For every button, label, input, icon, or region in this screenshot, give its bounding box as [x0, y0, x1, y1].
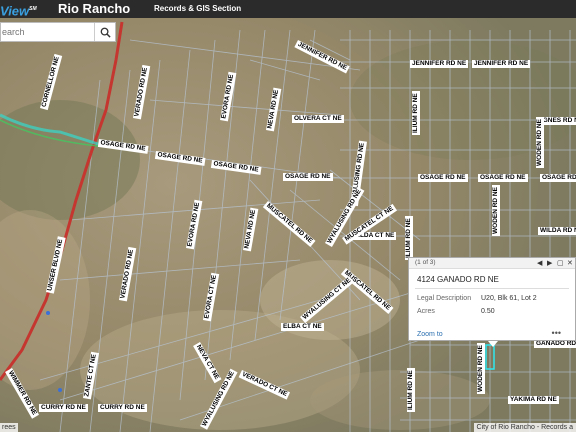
street-label: GANADO RD NE	[534, 340, 576, 348]
search-button[interactable]	[94, 23, 115, 41]
attribution-left: rees	[0, 423, 18, 432]
zoom-to-link[interactable]: Zoom to	[417, 331, 443, 338]
field-value: 0.50	[481, 308, 495, 315]
feature-popup: (1 of 3) ◀ ▶ ▢ ✕ 4124 GANADO RD NE Legal…	[408, 257, 576, 341]
popup-pager: (1 of 3)	[415, 259, 436, 266]
search-icon	[100, 27, 111, 38]
divider	[415, 288, 569, 289]
app-subtitle: Records & GIS Section	[154, 4, 242, 13]
app-header: ViewSM Rio Rancho Records & GIS Section	[0, 0, 576, 18]
street-label: ILIUM RD NE	[412, 91, 420, 135]
more-actions-button[interactable]: •••	[552, 328, 561, 338]
street-label: ILIUM RD NE	[405, 216, 413, 260]
street-label: OSAGE RD NE	[418, 174, 468, 182]
search-input[interactable]	[1, 23, 96, 41]
street-label: YAKIMA RD NE	[508, 396, 559, 404]
attribution: City of Rio Rancho - Records a	[473, 423, 576, 432]
close-icon[interactable]: ✕	[567, 259, 573, 267]
street-label: CURRY RD NE	[98, 404, 147, 412]
street-label: OLVERA CT NE	[292, 115, 344, 123]
street-label: ILIUM RD NE	[407, 368, 415, 412]
street-label: WODEN RD NE	[492, 185, 500, 236]
street-label: WODEN RD NE	[477, 343, 485, 394]
field-value: U20, Blk 61, Lot 2	[481, 295, 537, 302]
app-logo[interactable]: ViewSM	[0, 0, 37, 20]
previous-icon[interactable]: ◀	[537, 259, 542, 267]
search-box	[0, 22, 116, 42]
field-label: Legal Description	[417, 295, 472, 302]
street-label: OSAGE RD NE	[283, 173, 333, 181]
next-icon[interactable]: ▶	[547, 259, 552, 267]
street-label: OSAGE RD NE	[540, 174, 576, 182]
street-label: CURRY RD NE	[39, 404, 88, 412]
street-label: WODEN RD NE	[536, 117, 544, 168]
street-label: JENNIFER RD NE	[410, 60, 469, 68]
field-label: Acres	[417, 308, 435, 315]
street-label: ELBA CT NE	[281, 323, 324, 331]
street-label: OSAGE RD NE	[478, 174, 528, 182]
popup-title: 4124 GANADO RD NE	[417, 275, 499, 284]
maximize-icon[interactable]: ▢	[557, 259, 564, 267]
popup-header: (1 of 3) ◀ ▶ ▢ ✕	[409, 258, 575, 269]
street-label: JENNIFER RD NE	[472, 60, 531, 68]
popup-pointer	[488, 341, 498, 347]
app-title: Rio Rancho	[58, 1, 131, 16]
street-label: WILDA RD NE	[538, 227, 576, 235]
